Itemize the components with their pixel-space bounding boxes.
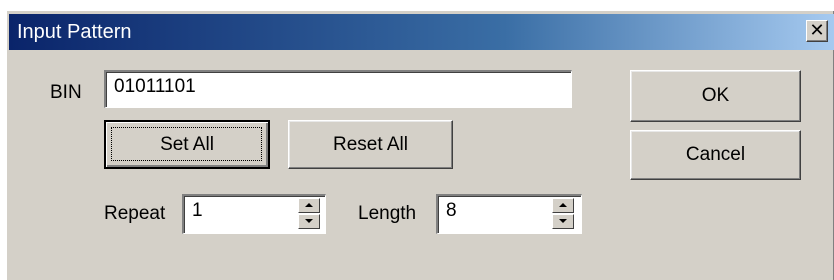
length-spinner[interactable] xyxy=(552,198,574,230)
focus-indicator xyxy=(111,127,262,161)
repeat-up-button[interactable] xyxy=(298,198,320,213)
close-icon: ✕ xyxy=(809,20,825,41)
set-all-button[interactable]: Set All xyxy=(104,120,270,169)
repeat-spinner[interactable] xyxy=(298,198,320,230)
arrow-down-icon xyxy=(305,219,313,223)
title-bar[interactable]: Input Pattern ✕ xyxy=(9,14,834,50)
reset-all-button[interactable]: Reset All xyxy=(288,120,453,169)
reset-all-label: Reset All xyxy=(333,133,408,155)
arrow-up-icon xyxy=(559,203,567,207)
close-button[interactable]: ✕ xyxy=(806,20,828,42)
length-down-button[interactable] xyxy=(552,214,574,229)
ok-button[interactable]: OK xyxy=(630,70,801,122)
repeat-label: Repeat xyxy=(104,203,166,224)
cancel-button[interactable]: Cancel xyxy=(630,130,801,180)
arrow-down-icon xyxy=(559,219,567,223)
bin-label: BIN xyxy=(50,82,82,103)
length-up-button[interactable] xyxy=(552,198,574,213)
ok-label: OK xyxy=(701,85,730,106)
window-title: Input Pattern xyxy=(17,21,132,43)
arrow-up-icon xyxy=(305,203,313,207)
input-pattern-dialog: Input Pattern ✕ BIN 01011101 Set All Res… xyxy=(6,10,834,280)
length-label: Length xyxy=(358,203,417,224)
cancel-label: Cancel xyxy=(685,144,746,165)
repeat-down-button[interactable] xyxy=(298,214,320,229)
bin-input[interactable]: 01011101 xyxy=(104,70,572,108)
